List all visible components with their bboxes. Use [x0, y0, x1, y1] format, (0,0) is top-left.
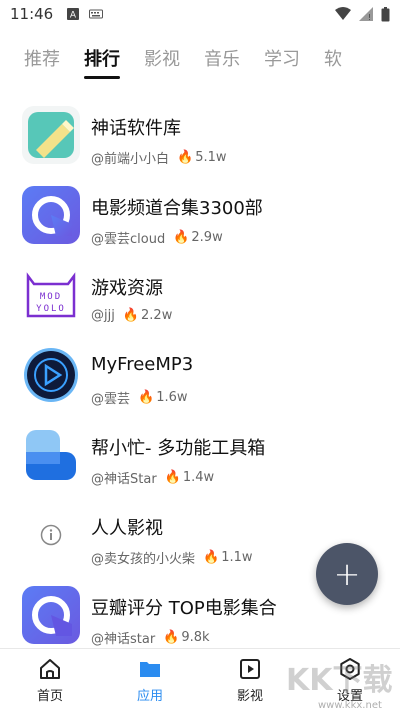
- bottom-nav: 首页 应用 影视 设置: [0, 648, 400, 712]
- item-author: @神话star: [91, 632, 156, 647]
- status-time: 11:46: [10, 5, 54, 23]
- item-title: 游戏资源: [91, 278, 163, 299]
- fire-icon: 🔥: [122, 308, 140, 323]
- play-icon: [240, 659, 260, 679]
- app-icon-myfreemp3: [22, 346, 80, 404]
- info-icon: [22, 506, 80, 564]
- nav-settings[interactable]: 设置: [300, 649, 400, 712]
- gear-icon: [340, 658, 360, 680]
- svg-text:!: !: [368, 13, 371, 21]
- app-icon-shenhua: [22, 106, 80, 164]
- nav-apps-label: 应用: [136, 689, 163, 704]
- nav-movies-label: 影视: [236, 689, 263, 704]
- item-title: 人人影视: [91, 518, 163, 539]
- tab-music[interactable]: 音乐: [204, 45, 240, 79]
- item-meta: @雲芸 🔥 1.6w: [91, 388, 188, 407]
- home-icon: [40, 659, 60, 679]
- item-meta: @神话star 🔥 9.8k: [91, 628, 210, 647]
- item-hot-count: 1.1w: [221, 550, 253, 565]
- battery-icon: [381, 6, 390, 21]
- tab-movies[interactable]: 影视: [144, 45, 180, 79]
- nav-home-label: 首页: [36, 689, 63, 704]
- item-hot-count: 5.1w: [195, 150, 227, 165]
- item-author: @前端小小白: [91, 152, 170, 167]
- a-notification-icon: A: [67, 8, 80, 21]
- fire-icon: 🔥: [163, 630, 180, 645]
- svg-text:A: A: [70, 11, 77, 21]
- list-item[interactable]: 帮小忙- 多功能工具箱 @神话Star 🔥 1.4w: [0, 416, 400, 496]
- keyboard-icon: [89, 9, 104, 19]
- list-item[interactable]: MOD YOLO 游戏资源 @jjj 🔥 2.2w: [0, 256, 400, 336]
- item-title: MyFreeMP3: [91, 354, 194, 375]
- item-title: 豆瓣评分 TOP电影集合: [91, 598, 277, 619]
- list-item[interactable]: 电影频道合集3300部 @雲芸cloud 🔥 2.9w: [0, 176, 400, 256]
- fire-icon: 🔥: [138, 390, 155, 405]
- fire-icon: 🔥: [164, 470, 181, 485]
- item-hot-count: 2.2w: [141, 308, 173, 323]
- nav-home[interactable]: 首页: [0, 649, 100, 712]
- nav-settings-label: 设置: [336, 689, 363, 704]
- logo-text-mod: MOD: [40, 292, 62, 302]
- item-title: 神话软件库: [91, 118, 181, 139]
- item-hot-count: 1.6w: [156, 390, 188, 405]
- item-meta: @雲芸cloud 🔥 2.9w: [91, 228, 223, 247]
- item-author: @卖女孩的小火柴: [91, 552, 196, 567]
- add-button[interactable]: +: [316, 543, 378, 605]
- list-item[interactable]: MyFreeMP3 @雲芸 🔥 1.6w: [0, 336, 400, 416]
- item-meta: @神话Star 🔥 1.4w: [91, 468, 214, 487]
- item-meta: @前端小小白 🔥 5.1w: [91, 148, 227, 167]
- item-author: @雲芸: [91, 392, 131, 407]
- tab-study[interactable]: 学习: [264, 45, 300, 79]
- signal-icon: !: [359, 7, 373, 21]
- fire-icon: 🔥: [203, 550, 220, 565]
- nav-movies[interactable]: 影视: [200, 649, 300, 712]
- item-hot-count: 9.8k: [181, 630, 210, 645]
- item-hot-count: 2.9w: [191, 230, 223, 245]
- nav-apps[interactable]: 应用: [100, 649, 200, 712]
- app-icon-douban-top: [22, 586, 80, 644]
- fire-icon: 🔥: [173, 230, 190, 245]
- item-hot-count: 1.4w: [182, 470, 215, 485]
- item-meta: @卖女孩的小火柴 🔥 1.1w: [91, 548, 253, 567]
- item-author: @雲芸cloud: [91, 232, 166, 247]
- folder-icon: [140, 662, 160, 677]
- item-title: 帮小忙- 多功能工具箱: [91, 438, 266, 459]
- tab-software[interactable]: 软: [324, 45, 342, 79]
- item-author: @jjj: [91, 308, 115, 323]
- tab-ranking[interactable]: 排行: [84, 45, 120, 79]
- logo-text-yolo: YOLO: [36, 304, 66, 314]
- category-tabs: 推荐 排行 影视 音乐 学习 软: [0, 34, 400, 90]
- item-title: 电影频道合集3300部: [91, 198, 263, 219]
- app-icon-helper-toolbox: [22, 426, 80, 484]
- item-author: @神话Star: [91, 472, 157, 487]
- status-bar: 11:46 A !: [0, 0, 400, 28]
- app-icon-movie-channel: [22, 186, 80, 244]
- list-item[interactable]: 神话软件库 @前端小小白 🔥 5.1w: [0, 96, 400, 176]
- item-meta: @jjj 🔥 2.2w: [91, 308, 172, 323]
- tab-recommend[interactable]: 推荐: [24, 45, 60, 79]
- fire-icon: 🔥: [177, 150, 194, 165]
- app-icon-modyolo: MOD YOLO: [22, 266, 80, 324]
- wifi-icon: [335, 7, 351, 20]
